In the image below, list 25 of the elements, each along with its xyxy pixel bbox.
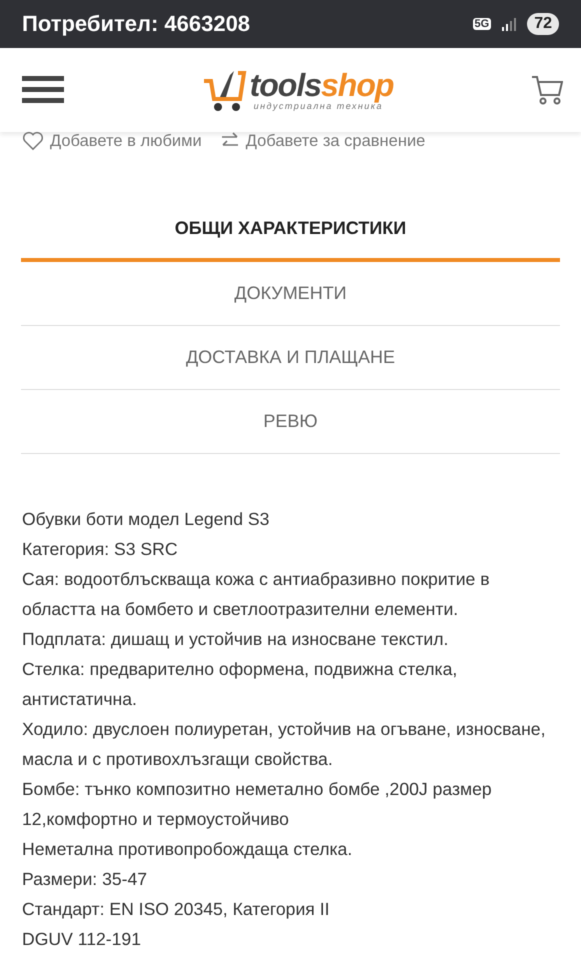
description-text: Ходило: двуслоен полиуретан, устойчив на огъване, износване, масла и с противохлъзгащи свойства. <box>22 718 546 771</box>
description-text: Обувки боти модел Legend S3 <box>22 508 270 531</box>
description-text: Подплата: дишащ и устойчив на износване текстил. <box>22 628 450 651</box>
cart-icon[interactable] <box>531 75 563 105</box>
network-label: 5G <box>472 18 492 30</box>
add-to-favorites-link[interactable]: Добавете в любими <box>22 131 202 151</box>
section-tab[interactable]: ОБЩИ ХАРАКТЕРИСТИКИ <box>21 198 560 262</box>
description-text: Стандарт: EN ISO 20345, Категория II <box>22 898 330 921</box>
heart-icon <box>22 131 44 151</box>
section-tab[interactable]: ДОКУМЕНТИ <box>21 262 560 326</box>
add-to-compare-link[interactable]: Добавете за сравнение <box>220 131 426 151</box>
description-text: Бомбе: тънко композитно неметално бомбе ,200J размер 12,комфортно и термоустойчиво <box>22 778 493 831</box>
description-text: Размери: 35-47 <box>22 868 148 891</box>
description-text: Неметална противопробождаща стелка. <box>22 838 354 861</box>
logo-text: toolsshop <box>250 69 394 101</box>
description-text: DGUV 112-191 <box>22 928 142 951</box>
menu-icon[interactable] <box>22 76 64 104</box>
description-text: Сая: водоотблъскваща кожа с антиабразивно покритие в областта на бомбето и светлоотразителни елементи. <box>22 568 491 621</box>
section-tab[interactable]: ДОСТАВКА И ПЛАЩАНЕ <box>21 326 560 390</box>
battery-level: 72 <box>527 13 559 35</box>
signal-icon <box>501 16 518 32</box>
description-text: Стелка: предварително оформена, подвижна стелка, антистатична. <box>22 658 458 711</box>
description-text: Категория: S3 SRC <box>22 538 179 561</box>
section-tab[interactable]: РЕВЮ <box>21 390 560 454</box>
status-text: Потребител: 4663208 <box>22 11 250 37</box>
